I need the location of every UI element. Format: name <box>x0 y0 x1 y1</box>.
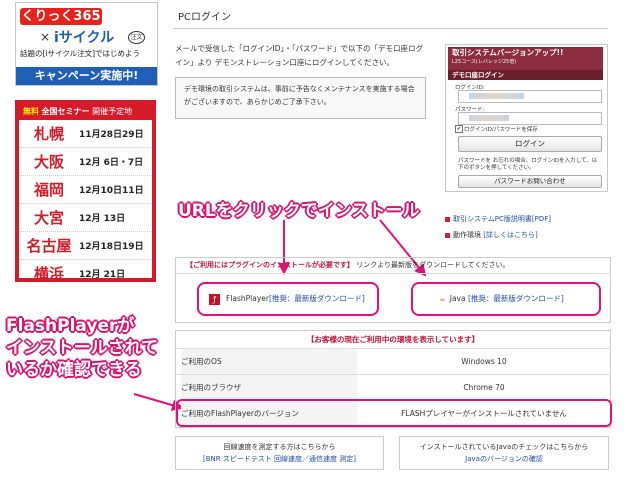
login-id-input[interactable] <box>458 90 602 103</box>
seminar-row: 大阪 12月 6日・7日 <box>19 148 152 176</box>
java-cup-icon: ☕ <box>439 294 446 303</box>
seminar-heading: 無料 全国セミナー 開催予定地 <box>19 104 152 120</box>
manual-link[interactable]: 取引システムPC版説明書[PDF] <box>445 214 551 224</box>
speedtest-box: 回線速度を測定する方はこちらから [BNR スピードテスト 回線速度／通信速度 … <box>175 436 384 470</box>
seminar-row: 札幌 11月28日29日 <box>19 120 152 148</box>
java-version-check-link[interactable]: Javaのバージョンの確認 <box>400 453 608 465</box>
campaign-banner[interactable]: くりっく365 × iサイクル 注文 話題の[iサイクル注文]ではじめよう キャ… <box>15 2 158 86</box>
title-divider <box>173 28 608 29</box>
campaign-tagline: 話題の[iサイクル注文]ではじめよう <box>20 49 141 58</box>
seminar-row: 横浜 12月 21日 <box>33 265 126 283</box>
flash-icon: ƒ <box>209 293 220 305</box>
maintenance-notice: デモ環境の取引システムは、事前に予告なくメンテナンスを実施する場合がございますの… <box>175 77 426 119</box>
click365-logo: くりっく365 <box>20 8 102 25</box>
save-credentials-checkbox[interactable]: ✔ <box>455 125 463 133</box>
campaign-cta: キャンペーン実施中! <box>16 67 157 85</box>
forgot-password-text: パスワードを お忘れの場合、ログインIDを入力して、以下のボタンを押してください… <box>458 158 598 171</box>
flash-download-item[interactable]: ƒ FlashPlayer[推奨：最新版ダウンロード] <box>197 282 379 316</box>
x-mark: × <box>40 30 51 44</box>
environment-details-link[interactable]: [詳しくはこちら] <box>483 231 537 239</box>
flash-download-link[interactable]: [推奨：最新版ダウンロード] <box>269 294 365 303</box>
annotation-flash-check: FlashPlayerが インストールされて いるか確認できる <box>6 316 159 380</box>
icycle-logo: iサイクル <box>54 30 115 46</box>
password-input[interactable] <box>458 112 602 125</box>
seminar-row: 大宮 12月 13日 <box>19 204 152 232</box>
bullet-square-icon <box>445 232 450 238</box>
flash-version-highlight <box>176 399 612 427</box>
java-download-item[interactable]: ☕ Java [推奨：最新版ダウンロード] <box>411 282 601 316</box>
seminar-row: 名古屋 12月18日19日 <box>19 232 152 260</box>
password-inquiry-button[interactable]: パスワードお問い合わせ <box>458 175 602 188</box>
java-check-box: インストールされているJavaのチェックはこちらから Javaのバージョンの確認 <box>399 436 609 470</box>
save-credentials-label: ログインID/パスワードを保存 <box>464 127 538 133</box>
java-download-link[interactable]: [推奨：最新版ダウンロード] <box>468 294 564 303</box>
order-badge: 注文 <box>128 31 145 44</box>
environment-link-row: 動作環境 [詳しくはこちら] <box>445 230 538 240</box>
table-row: ご利用のブラウザ Chrome 70 <box>176 375 610 401</box>
bullet-square-icon <box>445 216 450 222</box>
page-title: PCログイン <box>178 12 232 23</box>
seminar-banner[interactable]: 無料 全国セミナー 開催予定地 札幌 11月28日29日 大阪 12月 6日・7日 … <box>15 100 156 283</box>
environment-header: 【お客様の現在ご利用中の環境を表示しています】 <box>176 331 610 349</box>
login-button[interactable]: ログイン <box>458 136 602 152</box>
demo-login-panel: 取引システムバージョンアップ!! L25コース(レバレッジ25倍) デモ口座ログ… <box>445 44 608 192</box>
seminar-row: 福岡 12月10日11日 <box>19 176 152 204</box>
login-banner-subtitle: デモ口座ログイン <box>448 70 603 80</box>
plugin-header: 【ご利用にはプラグインのインストールが必要です】 リンクより最新版をダウンロード… <box>176 258 610 274</box>
login-banner: 取引システムバージョンアップ!! L25コース(レバレッジ25倍) <box>448 47 603 70</box>
speedtest-link[interactable]: [BNR スピードテスト 回線速度／通信速度 測定] <box>176 453 383 465</box>
intro-text: メールで受信した「ログインID」・「パスワード」で以下の「デモ口座ログイン」より… <box>175 44 423 67</box>
table-row: ご利用のOS Windows 10 <box>176 349 610 375</box>
